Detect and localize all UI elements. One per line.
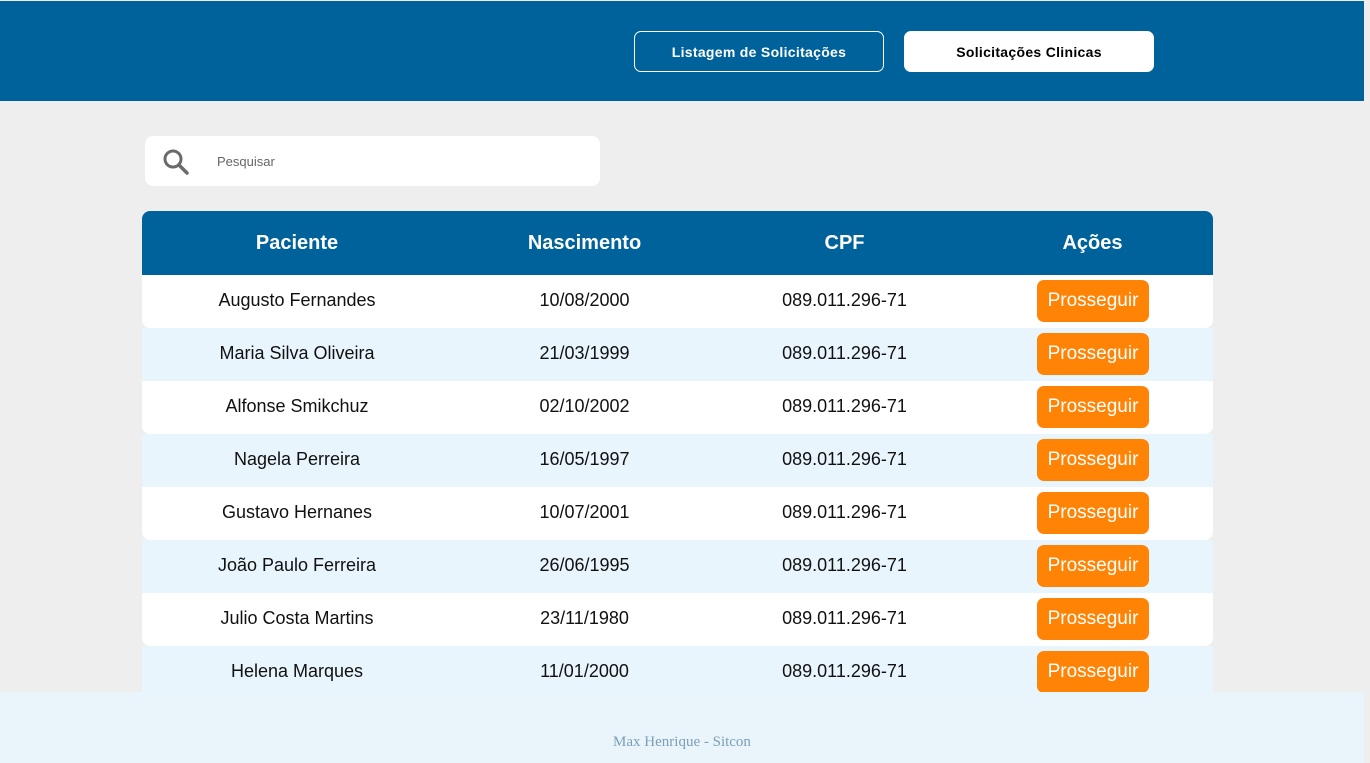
footer-credit: Max Henrique - Sitcon bbox=[613, 734, 751, 750]
birthdate-cell: 23/11/1980 bbox=[540, 608, 629, 628]
footer: Max Henrique - Sitcon bbox=[0, 692, 1364, 763]
nav-solicitacoes-clinicas-button[interactable]: Solicitações Clinicas bbox=[904, 31, 1154, 72]
table-row: Julio Costa Martins 23/11/1980 089.011.296… bbox=[142, 593, 1213, 646]
prosseguir-button[interactable]: Prosseguir bbox=[1037, 598, 1149, 640]
patient-name-cell: Nagela Perreira bbox=[233, 449, 361, 469]
birthdate-cell: 16/05/1997 bbox=[539, 449, 630, 469]
cpf-cell: 089.011.296-71 bbox=[782, 502, 907, 522]
patient-name-cell: Alfonse Smikchuz bbox=[225, 396, 369, 416]
cpf-cell: 089.011.296-71 bbox=[782, 290, 907, 310]
column-header-acoes: Ações bbox=[1062, 232, 1123, 254]
patient-name-cell: Augusto Fernandes bbox=[218, 290, 376, 310]
cpf-cell: 089.011.296-71 bbox=[782, 608, 907, 628]
cpf-cell: 089.011.296-71 bbox=[782, 396, 907, 416]
table-body: Augusto Fernandes 10/08/2000 089.011.296-7… bbox=[142, 275, 1213, 699]
prosseguir-button[interactable]: Prosseguir bbox=[1037, 492, 1149, 534]
patient-name-cell: Helena Marques bbox=[230, 661, 364, 681]
table-row: Nagela Perreira 16/05/1997 089.011.296-71 P… bbox=[142, 434, 1213, 487]
cpf-cell: 089.011.296-71 bbox=[782, 555, 907, 575]
prosseguir-button[interactable]: Prosseguir bbox=[1037, 280, 1149, 322]
table-row: Maria Silva Oliveira 21/03/1999 089.011.29… bbox=[142, 328, 1213, 381]
patients-table: Paciente Nascimento CPF Ações Augusto Fe… bbox=[142, 211, 1213, 699]
patient-name-cell: Julio Costa Martins bbox=[220, 608, 374, 628]
search-icon[interactable] bbox=[162, 148, 190, 176]
column-header-nascimento: Nascimento bbox=[527, 232, 642, 254]
top-header: Listagem de Solicitações Solicitações Cl… bbox=[0, 1, 1364, 101]
prosseguir-button[interactable]: Prosseguir bbox=[1037, 333, 1149, 375]
column-header-cpf: CPF bbox=[824, 232, 865, 254]
prosseguir-button[interactable]: Prosseguir bbox=[1037, 651, 1149, 693]
birthdate-cell: 26/06/1995 bbox=[539, 555, 630, 575]
birthdate-cell: 11/01/2000 bbox=[540, 661, 629, 681]
column-header-paciente: Paciente bbox=[255, 232, 339, 254]
patient-name-cell: Maria Silva Oliveira bbox=[219, 343, 375, 363]
search-input[interactable] bbox=[217, 146, 587, 176]
prosseguir-button[interactable]: Prosseguir bbox=[1037, 386, 1149, 428]
birthdate-cell: 10/08/2000 bbox=[539, 290, 630, 310]
table-header: Paciente Nascimento CPF Ações bbox=[142, 211, 1213, 275]
patient-name-cell: Gustavo Hernanes bbox=[221, 502, 373, 522]
nav-listagem-button[interactable]: Listagem de Solicitações bbox=[634, 31, 884, 72]
cpf-cell: 089.011.296-71 bbox=[782, 449, 907, 469]
cpf-cell: 089.011.296-71 bbox=[782, 343, 907, 363]
birthdate-cell: 10/07/2001 bbox=[539, 502, 630, 522]
cpf-cell: 089.011.296-71 bbox=[782, 661, 907, 681]
patient-name-cell: João Paulo Ferreira bbox=[217, 555, 377, 575]
table-row: João Paulo Ferreira 26/06/1995 089.011.296… bbox=[142, 540, 1213, 593]
prosseguir-button[interactable]: Prosseguir bbox=[1037, 545, 1149, 587]
search-box bbox=[145, 136, 600, 186]
birthdate-cell: 02/10/2002 bbox=[539, 396, 630, 416]
table-row: Gustavo Hernanes 10/07/2001 089.011.296-71… bbox=[142, 487, 1213, 540]
table-row: Augusto Fernandes 10/08/2000 089.011.296-7… bbox=[142, 275, 1213, 328]
table-row: Alfonse Smikchuz 02/10/2002 089.011.296-71… bbox=[142, 381, 1213, 434]
birthdate-cell: 21/03/1999 bbox=[539, 343, 630, 363]
prosseguir-button[interactable]: Prosseguir bbox=[1037, 439, 1149, 481]
